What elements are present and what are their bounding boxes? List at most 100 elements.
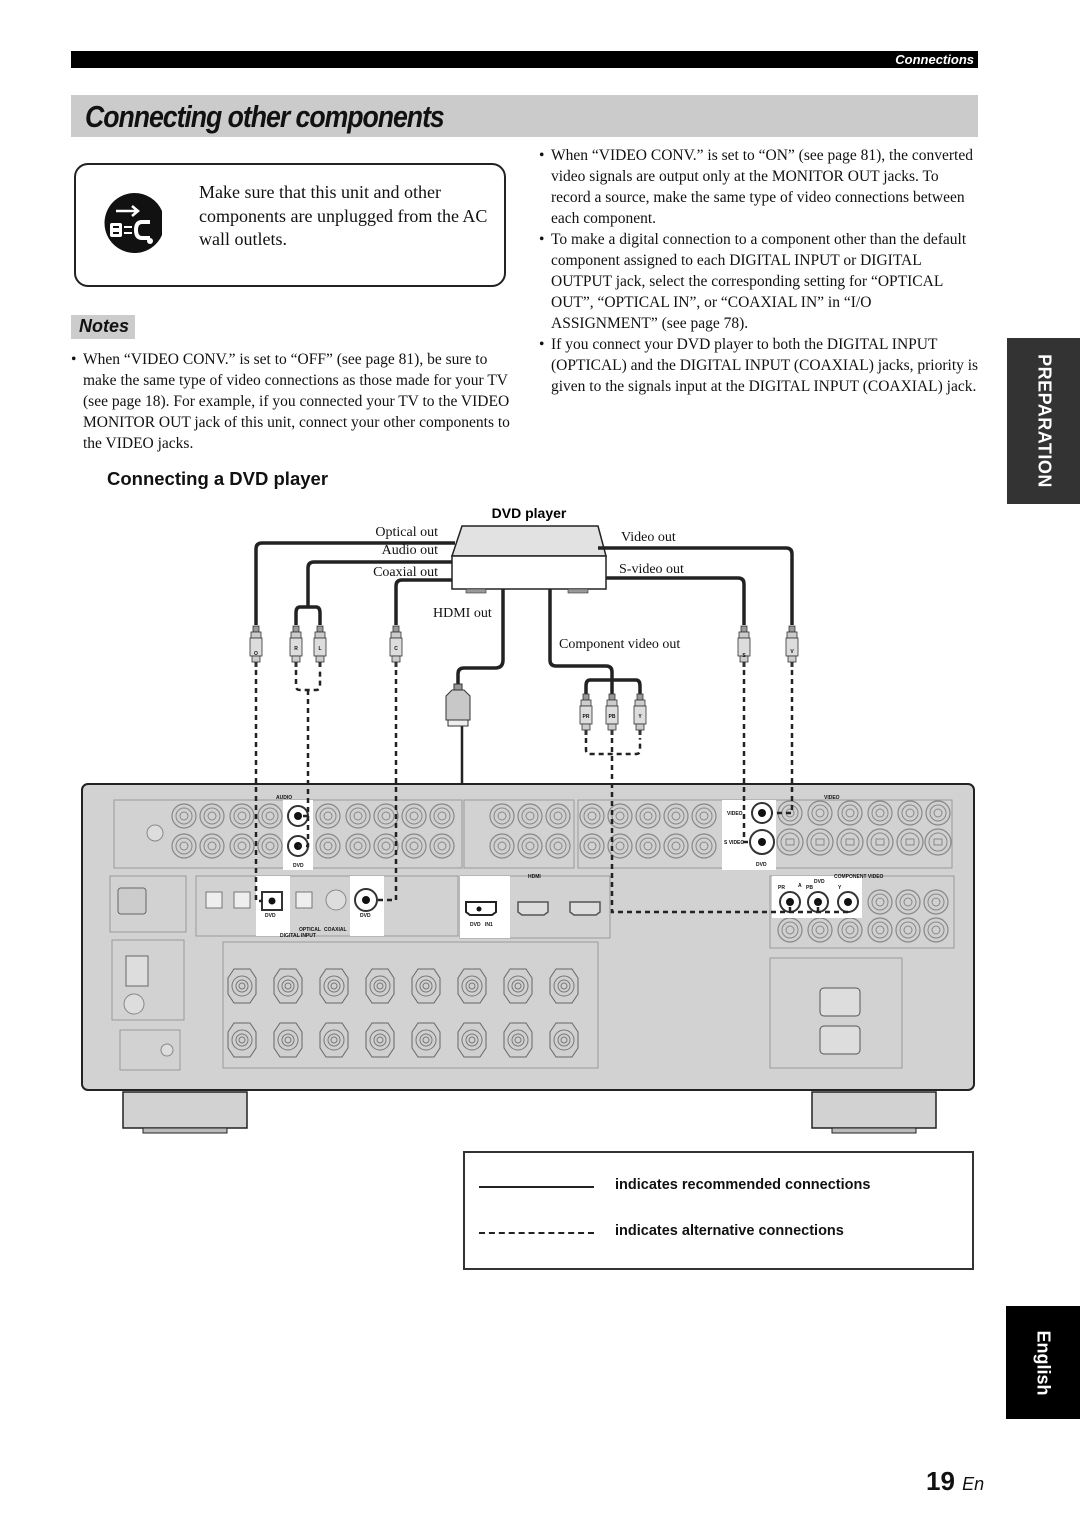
section-tab-preparation[interactable]: PREPARATION — [1007, 338, 1080, 504]
svideo-jack — [896, 828, 924, 856]
rca-jack — [429, 803, 455, 829]
device-title: DVD player — [492, 505, 567, 521]
speaker-terminal — [457, 968, 487, 1004]
dashed-line-icon — [479, 1232, 594, 1234]
rca-jack — [635, 803, 661, 829]
speaker-terminal — [503, 968, 533, 1004]
svideo-cable — [606, 576, 746, 625]
component-jack — [837, 917, 863, 943]
rca-jack — [401, 833, 427, 859]
panel-label-video-group: VIDEO — [824, 795, 840, 801]
rca-jack — [429, 833, 455, 859]
rca-jack — [171, 833, 197, 859]
rca-jack — [579, 803, 605, 829]
label-coaxial-out: Coaxial out — [373, 565, 438, 580]
rca-jack — [257, 803, 283, 829]
svideo-jack — [776, 828, 804, 856]
rca-jack — [229, 803, 255, 829]
speaker-terminal — [503, 1022, 533, 1058]
svg-text:C: C — [394, 646, 398, 652]
note-item: When “VIDEO CONV.” is set to “ON” (see p… — [539, 145, 979, 229]
rca-jack — [545, 833, 571, 859]
panel-label-hdmi: HDMI — [528, 874, 541, 880]
plug-svideo: S — [737, 625, 751, 668]
rca-jack — [663, 803, 689, 829]
note-item: To make a digital connection to a compon… — [539, 229, 979, 334]
component-jack — [895, 889, 921, 915]
page-number: 19 En — [926, 1466, 984, 1497]
panel-label-coaxial: COAXIAL — [324, 927, 347, 933]
rca-jack — [315, 803, 341, 829]
svideo-jack — [836, 828, 864, 856]
panel-label-pr: PR — [778, 885, 785, 891]
label-optical-out: Optical out — [375, 525, 438, 540]
plug-coaxial: C — [389, 625, 403, 668]
label-hdmi-out: HDMI out — [433, 606, 492, 621]
panel-label-audio-dvd: DVD — [293, 863, 304, 869]
notes-right-list: When “VIDEO CONV.” is set to “ON” (see p… — [539, 145, 979, 397]
plug-y: Y — [633, 693, 647, 736]
panel-label-video: VIDEO — [727, 811, 743, 817]
legend-recommended: indicates recommended connections — [479, 1177, 959, 1197]
plug-audio-left: L — [313, 625, 327, 668]
plug-optical: O — [249, 625, 263, 668]
panel-label-audio: AUDIO — [276, 795, 292, 801]
panel-label-component-dvd: DVD — [814, 879, 825, 885]
speaker-terminal — [365, 968, 395, 1004]
panel-label-pb: PB — [806, 885, 813, 891]
page-title: Connecting other components — [85, 99, 445, 134]
rca-jack — [229, 833, 255, 859]
plug-pb: PB — [605, 693, 619, 736]
speaker-terminal — [365, 1022, 395, 1058]
rca-jack — [315, 833, 341, 859]
label-audio-out: Audio out — [382, 543, 439, 558]
svg-text:PR: PR — [583, 714, 590, 720]
speaker-terminal — [273, 1022, 303, 1058]
plug-video: V — [785, 625, 799, 668]
video-jack — [867, 800, 893, 826]
panel-label-hdmi-in1: IN1 — [485, 922, 493, 928]
label-component-out: Component video out — [559, 637, 680, 652]
label-svideo-out: S-video out — [619, 562, 684, 577]
rca-jack — [517, 803, 543, 829]
dvd-player-device — [450, 525, 607, 594]
label-video-out: Video out — [621, 530, 676, 545]
speaker-terminal — [319, 1022, 349, 1058]
legend-alternative: indicates alternative connections — [479, 1223, 959, 1243]
svg-text:O: O — [254, 651, 258, 657]
component-jack — [867, 917, 893, 943]
rca-jack — [345, 833, 371, 859]
speaker-terminal — [457, 1022, 487, 1058]
panel-label-optical-dvd: DVD — [265, 913, 276, 919]
video-jack — [837, 800, 863, 826]
notes-heading: Notes — [71, 315, 135, 339]
rca-jack — [579, 833, 605, 859]
component-jack — [895, 917, 921, 943]
page-lang-code: En — [962, 1474, 985, 1494]
rca-jack — [489, 803, 515, 829]
rca-jack — [691, 803, 717, 829]
section-tab-label: PREPARATION — [1034, 354, 1054, 488]
section-label: Connections — [895, 52, 974, 67]
note-item: If you connect your DVD player to both t… — [539, 334, 979, 397]
rca-jack — [517, 833, 543, 859]
connection-diagram: DVD player Optical out Audio out Coaxial… — [81, 505, 975, 1134]
rca-jack — [607, 803, 633, 829]
component-jack — [807, 917, 833, 943]
speaker-terminal — [227, 1022, 257, 1058]
notes-left-list: When “VIDEO CONV.” is set to “OFF” (see … — [71, 349, 511, 454]
svg-text:PB: PB — [609, 714, 616, 720]
speaker-terminal — [227, 968, 257, 1004]
warning-box: Make sure that this unit and other compo… — [74, 163, 506, 287]
rca-jack — [545, 803, 571, 829]
video-jack — [897, 800, 923, 826]
subsection-title: Connecting a DVD player — [107, 468, 329, 489]
component-jack — [923, 889, 949, 915]
speaker-terminal — [411, 968, 441, 1004]
rca-jack — [663, 833, 689, 859]
rca-jack — [199, 833, 225, 859]
hdmi-cable — [456, 589, 505, 684]
panel-label-component-video: COMPONENT VIDEO — [834, 874, 884, 880]
language-tab-english[interactable]: English — [1006, 1306, 1080, 1419]
video-cable — [598, 546, 794, 625]
